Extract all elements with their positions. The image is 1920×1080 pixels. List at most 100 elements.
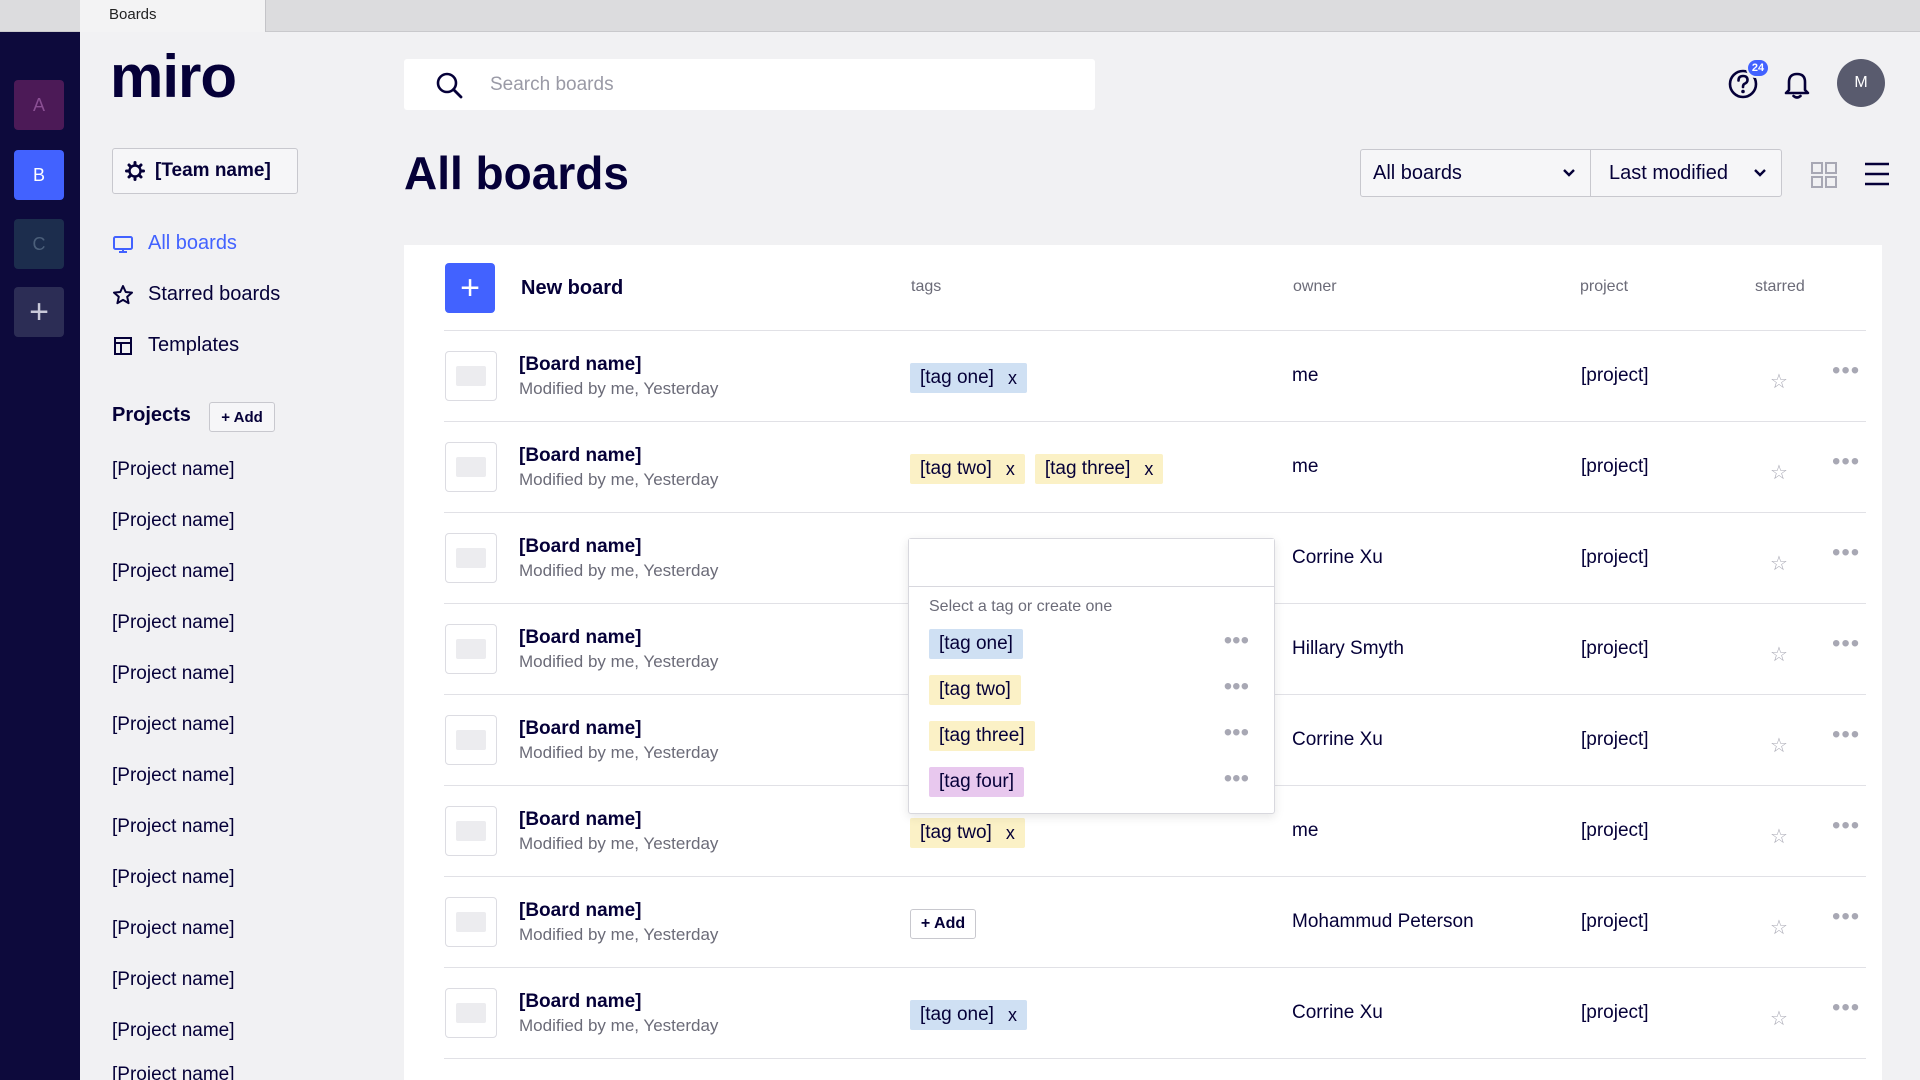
more-options-icon[interactable]: •••	[1224, 719, 1249, 747]
board-name[interactable]: [Board name]	[519, 991, 641, 1013]
table-row[interactable]: [Board name] Modified by me, Yesterday […	[444, 968, 1866, 1059]
table-row[interactable]: [Board name] Modified by me, Yesterday +…	[444, 877, 1866, 968]
tag-chip[interactable]: [tag one]	[929, 629, 1023, 659]
add-team-button[interactable]: +	[14, 287, 64, 337]
star-icon[interactable]: ☆	[1770, 733, 1788, 758]
team-a-button[interactable]: A	[14, 80, 64, 130]
board-filter-select[interactable]: All boards	[1360, 149, 1591, 197]
star-icon[interactable]: ☆	[1770, 460, 1788, 485]
tag-option[interactable]: [tag two] •••	[929, 673, 1259, 709]
board-name[interactable]: [Board name]	[519, 536, 641, 558]
nav-templates[interactable]: Templates	[112, 334, 239, 357]
star-icon[interactable]: ☆	[1770, 551, 1788, 576]
board-name[interactable]: [Board name]	[519, 809, 641, 831]
user-avatar[interactable]: M	[1837, 59, 1885, 107]
tag-chip[interactable]: [tag two] x	[910, 818, 1025, 848]
board-modified: Modified by me, Yesterday	[519, 561, 719, 580]
board-thumbnail[interactable]	[445, 442, 497, 492]
board-thumbnail[interactable]	[445, 897, 497, 947]
miro-logo[interactable]: miro	[110, 42, 237, 111]
project-item[interactable]: [Project name]	[112, 714, 235, 765]
list-view-icon[interactable]	[1864, 161, 1890, 187]
board-name[interactable]: [Board name]	[519, 627, 641, 649]
star-icon[interactable]: ☆	[1770, 824, 1788, 849]
nav-all-boards[interactable]: All boards	[112, 232, 237, 255]
project-item[interactable]: [Project name]	[112, 867, 235, 918]
column-header-starred[interactable]: starred	[1755, 278, 1805, 296]
column-header-project[interactable]: project	[1580, 278, 1628, 296]
remove-tag-icon[interactable]: x	[1008, 1005, 1017, 1026]
project-item[interactable]: [Project name]	[112, 1064, 235, 1080]
tag-list: [tag two] x [tag three] x	[910, 454, 1164, 484]
grid-view-icon[interactable]	[1811, 162, 1837, 188]
tag-chip[interactable]: [tag three]	[929, 721, 1035, 751]
tag-chip[interactable]: [tag one] x	[910, 363, 1027, 393]
board-name[interactable]: [Board name]	[519, 900, 641, 922]
project-item[interactable]: [Project name]	[112, 765, 235, 816]
tag-option[interactable]: [tag one] •••	[929, 627, 1259, 663]
tag-option[interactable]: [tag three] •••	[929, 719, 1259, 755]
remove-tag-icon[interactable]: x	[1006, 823, 1015, 844]
nav-starred-boards[interactable]: Starred boards	[112, 283, 280, 306]
project-item[interactable]: [Project name]	[112, 561, 235, 612]
project-item[interactable]: [Project name]	[112, 816, 235, 867]
board-thumbnail[interactable]	[445, 533, 497, 583]
more-options-icon[interactable]: •••	[1832, 994, 1860, 1022]
board-thumbnail[interactable]	[445, 624, 497, 674]
board-thumbnail[interactable]	[445, 988, 497, 1038]
more-options-icon[interactable]: •••	[1224, 627, 1249, 655]
project-item[interactable]: [Project name]	[112, 612, 235, 663]
new-board-label[interactable]: New board	[521, 277, 623, 300]
tag-search-input[interactable]	[909, 539, 1274, 587]
board-name[interactable]: [Board name]	[519, 354, 641, 376]
sort-select[interactable]: Last modified	[1590, 149, 1782, 197]
board-name[interactable]: [Board name]	[519, 718, 641, 740]
remove-tag-icon[interactable]: x	[1006, 459, 1015, 480]
more-options-icon[interactable]: •••	[1832, 630, 1860, 658]
project-item[interactable]: [Project name]	[112, 510, 235, 561]
star-icon[interactable]: ☆	[1770, 915, 1788, 940]
more-options-icon[interactable]: •••	[1224, 673, 1249, 701]
tag-chip[interactable]: [tag two]	[929, 675, 1021, 705]
column-header-owner[interactable]: owner	[1293, 278, 1337, 296]
more-options-icon[interactable]: •••	[1832, 721, 1860, 749]
star-icon[interactable]: ☆	[1770, 1006, 1788, 1031]
more-options-icon[interactable]: •••	[1832, 357, 1860, 385]
board-thumbnail[interactable]	[445, 715, 497, 765]
remove-tag-icon[interactable]: x	[1144, 459, 1153, 480]
add-project-button[interactable]: + Add	[209, 402, 275, 432]
team-settings-button[interactable]: [Team name]	[112, 148, 298, 194]
more-options-icon[interactable]: •••	[1224, 765, 1249, 793]
team-b-button[interactable]: B	[14, 150, 64, 200]
browser-tab[interactable]: Boards	[80, 0, 266, 32]
column-header-tags[interactable]: tags	[911, 278, 941, 296]
tag-chip[interactable]: [tag one] x	[910, 1000, 1027, 1030]
project-item[interactable]: [Project name]	[112, 969, 235, 1020]
add-tag-button[interactable]: + Add	[910, 909, 976, 939]
board-thumbnail[interactable]	[445, 806, 497, 856]
project-item[interactable]: [Project name]	[112, 459, 235, 510]
team-c-button[interactable]: C	[14, 219, 64, 269]
tag-list: + Add	[910, 909, 976, 939]
tag-option[interactable]: [tag four] •••	[929, 765, 1259, 801]
tag-chip[interactable]: [tag four]	[929, 767, 1024, 797]
board-thumbnail[interactable]	[445, 351, 497, 401]
board-name[interactable]: [Board name]	[519, 445, 641, 467]
table-row[interactable]: [Board name] Modified by me, Yesterday […	[444, 331, 1866, 422]
project-item[interactable]: [Project name]	[112, 663, 235, 714]
bell-icon[interactable]	[1782, 68, 1812, 100]
search-bar[interactable]	[404, 59, 1095, 110]
search-input[interactable]	[490, 73, 990, 96]
more-options-icon[interactable]: •••	[1832, 903, 1860, 931]
new-board-button[interactable]: +	[445, 263, 495, 313]
star-icon[interactable]: ☆	[1770, 642, 1788, 667]
remove-tag-icon[interactable]: x	[1008, 368, 1017, 389]
project-item[interactable]: [Project name]	[112, 918, 235, 969]
tag-chip[interactable]: [tag two] x	[910, 454, 1025, 484]
table-row[interactable]: [Board name] Modified by me, Yesterday […	[444, 422, 1866, 513]
more-options-icon[interactable]: •••	[1832, 539, 1860, 567]
more-options-icon[interactable]: •••	[1832, 448, 1860, 476]
star-icon[interactable]: ☆	[1770, 369, 1788, 394]
more-options-icon[interactable]: •••	[1832, 812, 1860, 840]
tag-chip[interactable]: [tag three] x	[1034, 454, 1164, 484]
